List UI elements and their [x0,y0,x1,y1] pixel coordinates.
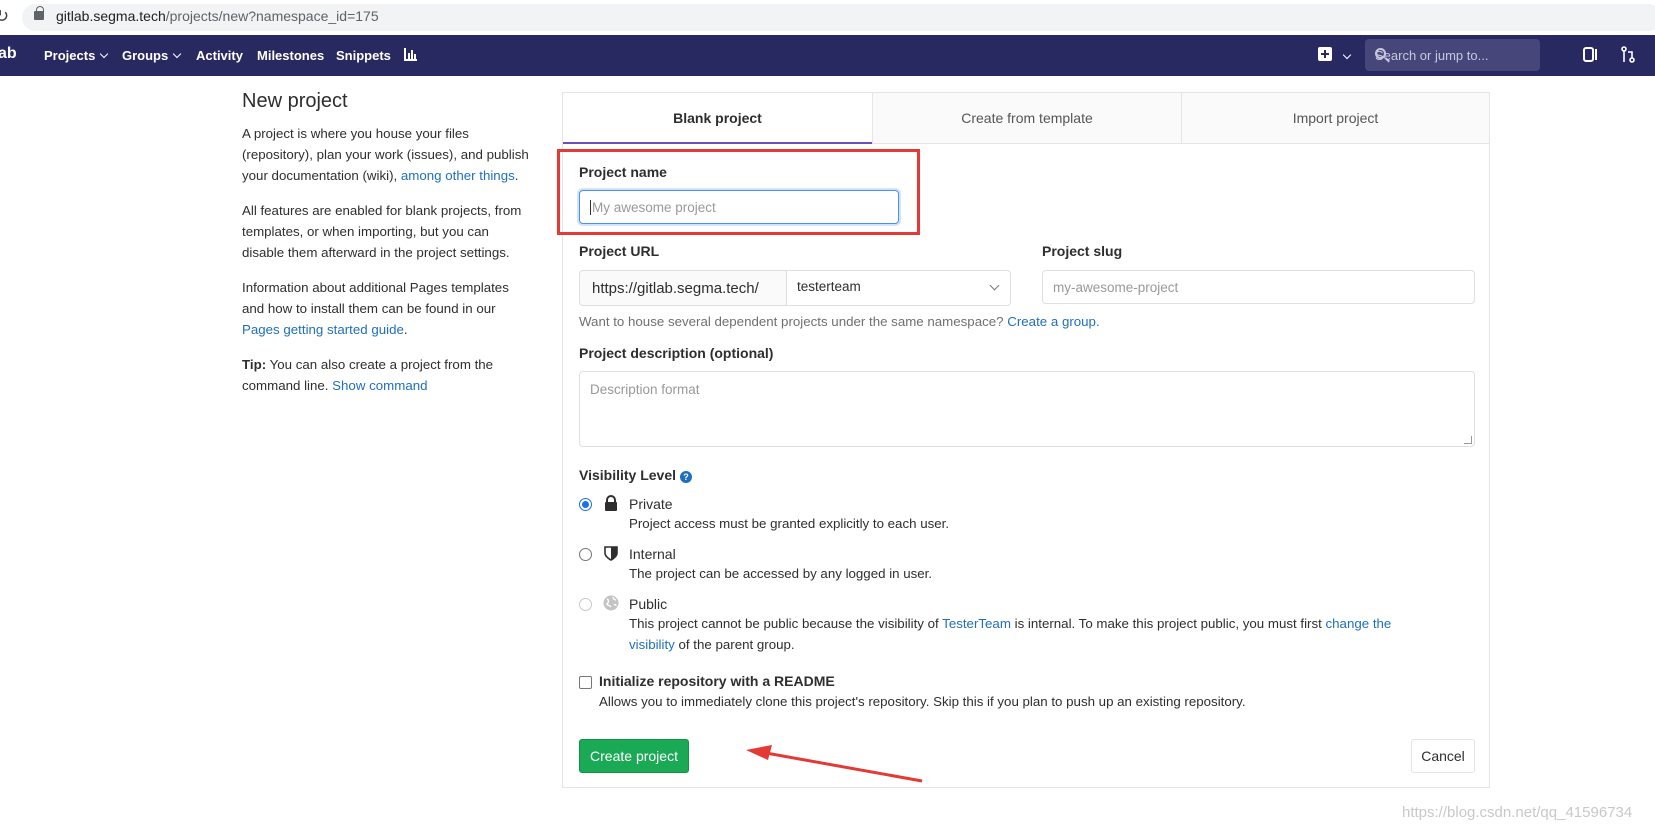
visibility-public-title: Public [629,596,668,612]
search-input[interactable]: Search or jump to... [1365,39,1540,71]
visibility-public-radio[interactable] [579,598,592,611]
nav-projects[interactable]: Projects [44,48,109,63]
namespace-help-text: Want to house several dependent projects… [579,314,1100,329]
new-dropdown-chevron[interactable] [1338,49,1352,64]
p1-end: . [514,168,519,183]
namespace-help: Want to house several dependent projects… [579,314,1004,329]
chevron-down-icon [172,49,182,59]
question-icon[interactable]: ? [680,471,693,483]
tab-create-from-template[interactable]: Create from template [872,93,1181,144]
visibility-public-desc: This project cannot be public because th… [629,613,1429,655]
p3-text: Information about additional Pages templ… [242,280,509,316]
reload-icon[interactable]: ↻ [0,6,9,27]
nav-groups[interactable]: Groups [122,48,182,63]
sidebar-tip: Tip: You can also create a project from … [242,354,532,396]
description-label: Project description (optional) [579,345,774,361]
watermark: https://blog.csdn.net/qq_41596734 [1402,804,1633,821]
project-url-label: Project URL [579,243,660,259]
public-desc-pre: This project cannot be public because th… [629,616,939,631]
create-project-button[interactable]: Create project [579,739,689,773]
info-sidebar: New project A project is where you house… [242,90,532,410]
url-host: gitlab.segma.tech [56,8,166,24]
nav-groups-label: Groups [122,48,169,63]
merge-request-icon[interactable] [1620,46,1636,63]
gitlab-logo-text[interactable]: ab [0,45,17,63]
tip-label: Tip: [242,357,267,372]
public-desc-end: of the parent group. [678,637,795,652]
nav-projects-label: Projects [44,48,96,63]
visibility-private-title: Private [629,496,673,512]
tab-import-project[interactable]: Import project [1181,93,1489,144]
visibility-label-text: Visibility Level [579,467,677,483]
search-placeholder: Search or jump to... [1375,48,1489,63]
browser-address-bar: ↻ gitlab.segma.tech/projects/new?namespa… [0,0,1655,35]
globe-icon [603,595,619,611]
visibility-internal-title: Internal [629,546,676,562]
sidebar-paragraph-1: A project is where you house your files … [242,123,532,186]
project-slug-label: Project slug [1042,243,1123,259]
project-slug-input[interactable]: my-awesome-project [1042,270,1475,304]
tab-blank-project[interactable]: Blank project [563,93,872,144]
project-name-input[interactable]: My awesome project [579,190,899,224]
shield-icon [604,546,618,561]
project-slug-placeholder: my-awesome-project [1053,280,1179,295]
search-icon [1375,48,1386,59]
project-tabs: Blank project Create from template Impor… [563,93,1489,144]
nav-activity[interactable]: Activity [196,48,243,63]
issues-icon[interactable] [1583,46,1599,63]
readme-title: Initialize repository with a README [599,673,835,689]
lock-icon [34,6,44,20]
nav-snippets[interactable]: Snippets [336,48,391,63]
chart-icon[interactable] [404,47,418,61]
annotation-arrow [746,745,923,783]
lock-icon [605,495,617,511]
pages-guide-link[interactable]: Pages getting started guide [242,322,404,337]
project-name-placeholder: My awesome project [592,200,716,215]
cancel-button[interactable]: Cancel [1411,739,1475,773]
chevron-down-icon [1342,50,1352,60]
create-group-link[interactable]: Create a group. [1007,314,1099,329]
visibility-private-desc: Project access must be granted explicitl… [629,516,950,531]
url-path: /projects/new?namespace_id=175 [165,8,379,24]
nav-milestones[interactable]: Milestones [257,48,324,63]
testerteam-link[interactable]: TesterTeam [942,616,1011,631]
namespace-select[interactable]: testerteam [786,270,1011,306]
sidebar-paragraph-3: Information about additional Pages templ… [242,277,532,340]
visibility-private-radio[interactable] [579,498,592,511]
p3-end: . [403,322,408,337]
text-cursor [590,200,591,215]
chevron-down-icon [100,49,109,59]
page-title: New project [242,90,348,112]
sidebar-paragraph-2: All features are enabled for blank proje… [242,203,522,260]
resize-handle-icon[interactable] [1464,436,1472,444]
readme-desc: Allows you to immediately clone this pro… [599,694,1246,709]
public-desc-mid: is internal. To make this project public… [1014,616,1322,631]
namespace-value: testerteam [797,279,861,294]
visibility-internal-radio[interactable] [579,548,592,561]
readme-checkbox[interactable] [579,676,592,689]
project-url-prefix: https://gitlab.segma.tech/ [579,270,787,306]
url-text[interactable]: gitlab.segma.tech/projects/new?namespace… [56,8,379,24]
show-command-link[interactable]: Show command [332,378,427,393]
among-other-things-link[interactable]: among other things [401,168,515,183]
visibility-label: Visibility Level? [579,467,693,483]
chevron-down-icon [989,280,1000,291]
project-name-label: Project name [579,164,667,180]
plus-icon[interactable] [1318,47,1332,61]
description-textarea[interactable]: Description format [579,371,1475,447]
description-placeholder: Description format [590,382,700,397]
top-navbar: ab Projects Groups Activity Milestones S… [0,35,1655,76]
visibility-internal-desc: The project can be accessed by any logge… [629,566,933,581]
